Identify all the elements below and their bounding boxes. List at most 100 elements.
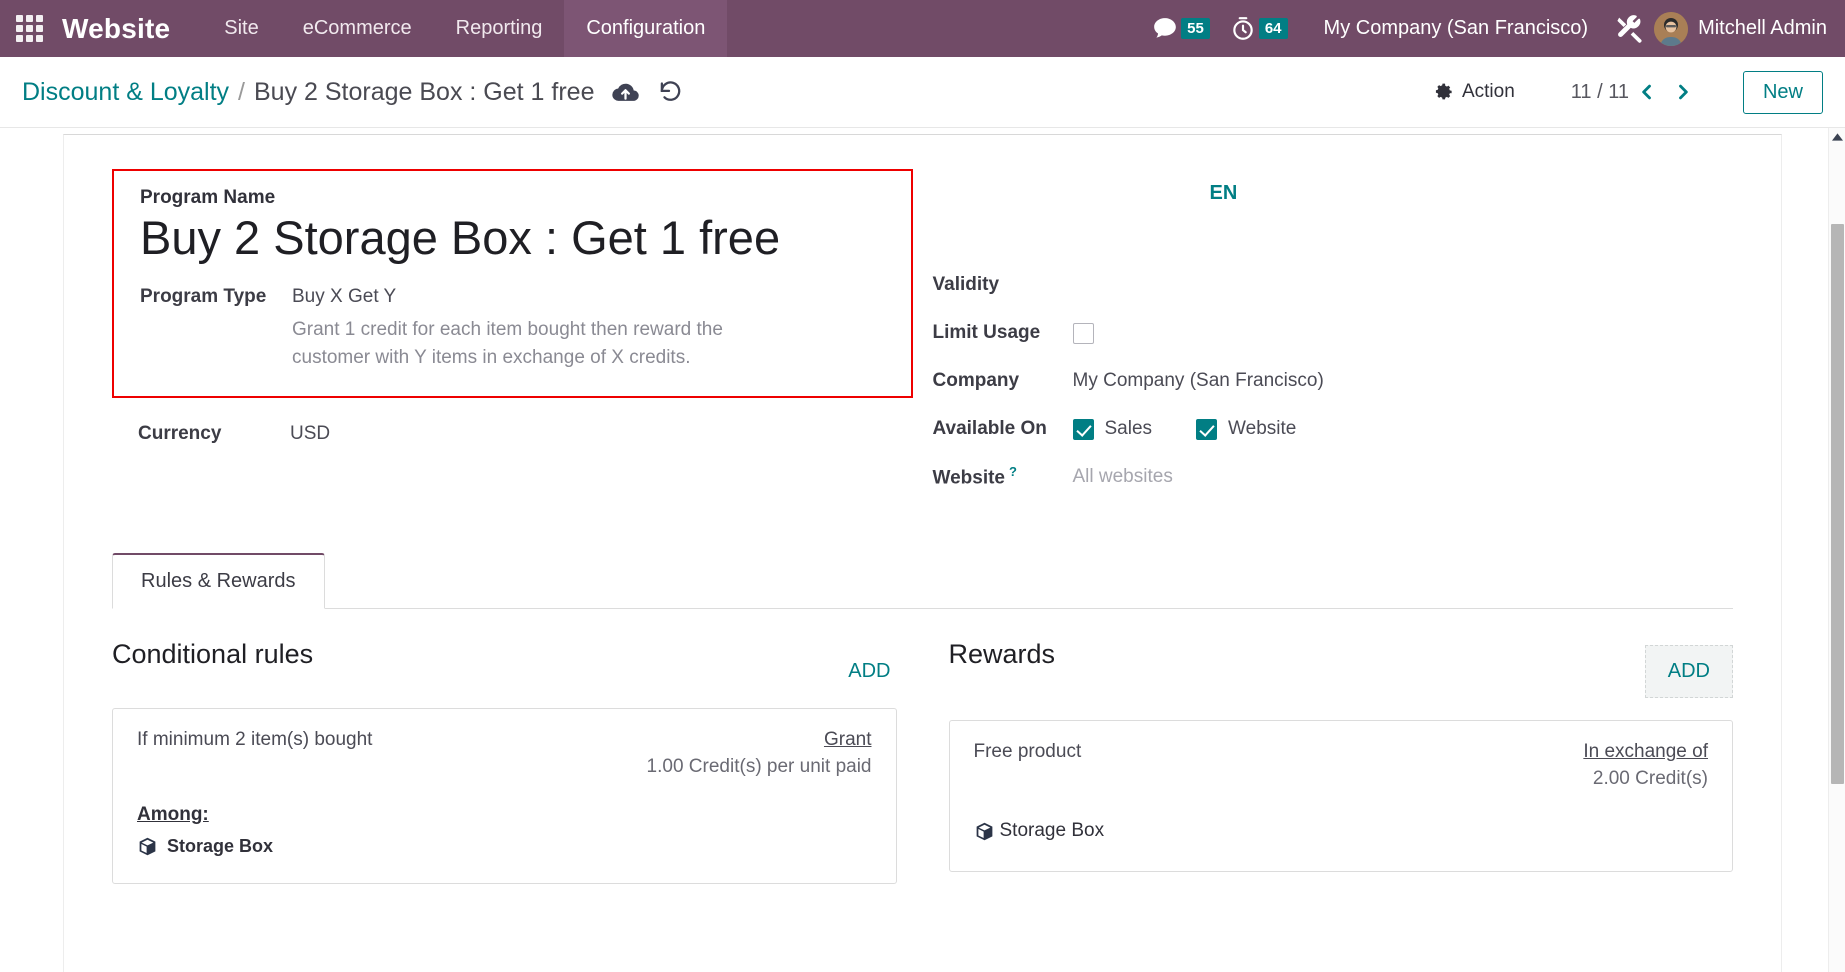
limit-usage-row: Limit Usage	[933, 309, 1734, 357]
breadcrumb-current: Buy 2 Storage Box : Get 1 free	[254, 77, 595, 106]
breadcrumb-separator: /	[238, 77, 245, 106]
available-on-row: Available On Sales Website	[933, 405, 1734, 453]
notebook-panel: Conditional rules ADD If minimum 2 item(…	[64, 609, 1781, 884]
rewards-add-button[interactable]: ADD	[1644, 645, 1733, 698]
right-field-list: Validity Limit Usage Company My Company …	[933, 261, 1734, 501]
pager: 11 / 11	[1571, 81, 1701, 104]
chevron-right-icon	[1673, 81, 1693, 103]
conditional-rule-card[interactable]: If minimum 2 item(s) bought Grant 1.00 C…	[112, 708, 897, 884]
control-panel: Discount & Loyalty / Buy 2 Storage Box :…	[0, 57, 1845, 128]
navbar-menu: Site eCommerce Reporting Configuration	[202, 0, 728, 57]
notebook: Rules & Rewards	[112, 553, 1733, 609]
rule-grant-block: Grant 1.00 Credit(s) per unit paid	[647, 729, 872, 778]
available-on-label: Available On	[932, 418, 1047, 439]
limit-usage-checkbox[interactable]	[1072, 322, 1094, 344]
company-label: Company	[932, 370, 1020, 391]
currency-value[interactable]: USD	[290, 420, 330, 445]
scroll-up-button[interactable]	[1829, 128, 1845, 145]
rewards-section: Rewards ADD Free product In exchange of …	[923, 639, 1733, 884]
nav-item-site[interactable]: Site	[202, 0, 280, 57]
rule-grant-value: 1.00 Credit(s) per unit paid	[646, 756, 872, 777]
program-type-label: Program Type	[140, 286, 267, 308]
notebook-tabs: Rules & Rewards	[112, 553, 1733, 609]
currency-label: Currency	[138, 423, 222, 445]
conditional-rules-section: Conditional rules ADD If minimum 2 item(…	[112, 639, 923, 884]
website-input[interactable]: All websites	[1073, 466, 1173, 488]
website-label-text: Website	[932, 467, 1006, 489]
tab-rules-rewards[interactable]: Rules & Rewards	[112, 553, 325, 609]
form-sheet: Program Name Buy 2 Storage Box : Get 1 f…	[63, 134, 1782, 972]
new-button[interactable]: New	[1742, 70, 1823, 114]
program-name-input[interactable]: Buy 2 Storage Box : Get 1 free	[140, 211, 885, 265]
discard-button[interactable]	[657, 79, 683, 105]
cube-icon	[137, 836, 158, 857]
top-navbar: Website Site eCommerce Reporting Configu…	[0, 0, 1845, 57]
conditional-rules-title: Conditional rules	[112, 639, 314, 669]
program-type-help: Grant 1 credit for each item bought then…	[292, 319, 723, 368]
reward-product-line: Storage Box	[974, 820, 1709, 842]
available-on-website-label: Website	[1228, 418, 1297, 439]
debug-menu-button[interactable]	[1606, 0, 1654, 57]
chevron-left-icon	[1637, 81, 1657, 103]
nav-item-reporting[interactable]: Reporting	[434, 0, 565, 57]
limit-usage-label: Limit Usage	[932, 322, 1041, 343]
rule-product-line: Storage Box	[137, 836, 872, 857]
avatar[interactable]	[1654, 11, 1689, 46]
vertical-scrollbar[interactable]	[1828, 128, 1845, 972]
available-on-sales-checkbox[interactable]	[1072, 418, 1094, 440]
rule-condition-text: If minimum 2 item(s) bought	[137, 729, 373, 750]
website-row: Website? All websites	[933, 453, 1734, 501]
help-tooltip-icon[interactable]: ?	[1009, 464, 1017, 479]
program-name-highlight: Program Name Buy 2 Storage Box : Get 1 f…	[112, 169, 913, 399]
validity-row: Validity	[933, 261, 1734, 309]
breadcrumb-root[interactable]: Discount & Loyalty	[22, 78, 229, 107]
reward-card[interactable]: Free product In exchange of 2.00 Credit(…	[948, 720, 1733, 872]
reward-type-text: Free product	[973, 741, 1082, 762]
save-button[interactable]	[612, 79, 640, 106]
messages-badge: 55	[1181, 18, 1210, 39]
program-type-value[interactable]: Buy X Get Y	[292, 283, 885, 308]
activities-badge: 64	[1258, 18, 1288, 39]
available-on-website-checkbox[interactable]	[1196, 418, 1218, 440]
action-menu-button[interactable]: Action	[1424, 76, 1525, 108]
pager-previous-button[interactable]	[1629, 81, 1665, 103]
action-label: Action	[1461, 81, 1515, 102]
company-switcher[interactable]: My Company (San Francisco)	[1298, 17, 1607, 40]
rule-among-label: Among:	[137, 804, 209, 825]
website-label: Website?	[933, 464, 1073, 489]
messages-button[interactable]: 55	[1142, 0, 1220, 57]
reward-top: Free product In exchange of 2.00 Credit(…	[974, 741, 1709, 790]
currency-row: Currency USD	[112, 398, 913, 445]
company-value[interactable]: My Company (San Francisco)	[1073, 370, 1324, 392]
cloud-upload-icon	[612, 79, 640, 106]
navbar-systray: 55 64 My Company (San Francisco) Mitchel…	[1142, 0, 1845, 57]
scrollbar-thumb[interactable]	[1831, 224, 1844, 784]
validity-label: Validity	[932, 274, 1000, 295]
reward-exchange-block: In exchange of 2.00 Credit(s)	[1583, 741, 1708, 790]
conditional-rules-header: Conditional rules ADD	[112, 639, 897, 686]
conditional-rules-add-button[interactable]: ADD	[842, 657, 896, 686]
undo-icon	[657, 79, 683, 105]
rewards-title: Rewards	[948, 639, 1056, 669]
program-type-row: Program Type Buy X Get Y Grant 1 credit …	[140, 283, 885, 371]
rewards-header: Rewards ADD	[948, 639, 1733, 698]
language-selector[interactable]: EN	[1210, 182, 1238, 205]
app-brand[interactable]: Website	[58, 13, 180, 45]
program-name-label: Program Name	[140, 187, 276, 208]
form-right-column: EN Validity Limit Usage Company My Compa…	[923, 169, 1734, 501]
available-on-group: Sales Website	[1072, 418, 1297, 440]
form-left-column: Program Name Buy 2 Storage Box : Get 1 f…	[112, 169, 923, 501]
nav-item-configuration[interactable]: Configuration	[564, 0, 728, 57]
user-menu[interactable]: Mitchell Admin	[1698, 17, 1827, 40]
apps-grid-icon[interactable]	[0, 0, 58, 57]
nav-item-ecommerce[interactable]: eCommerce	[281, 0, 434, 57]
activities-button[interactable]: 64	[1220, 0, 1298, 57]
conditional-rule-top: If minimum 2 item(s) bought Grant 1.00 C…	[137, 729, 872, 778]
reward-product-name: Storage Box	[999, 820, 1105, 841]
form-view-content: Program Name Buy 2 Storage Box : Get 1 f…	[0, 128, 1845, 972]
gear-icon	[1434, 82, 1454, 102]
company-row: Company My Company (San Francisco)	[933, 357, 1734, 405]
pager-next-button[interactable]	[1665, 81, 1701, 103]
available-on-sales-label: Sales	[1104, 418, 1153, 439]
control-panel-right: Action 11 / 11 New	[1424, 70, 1823, 114]
